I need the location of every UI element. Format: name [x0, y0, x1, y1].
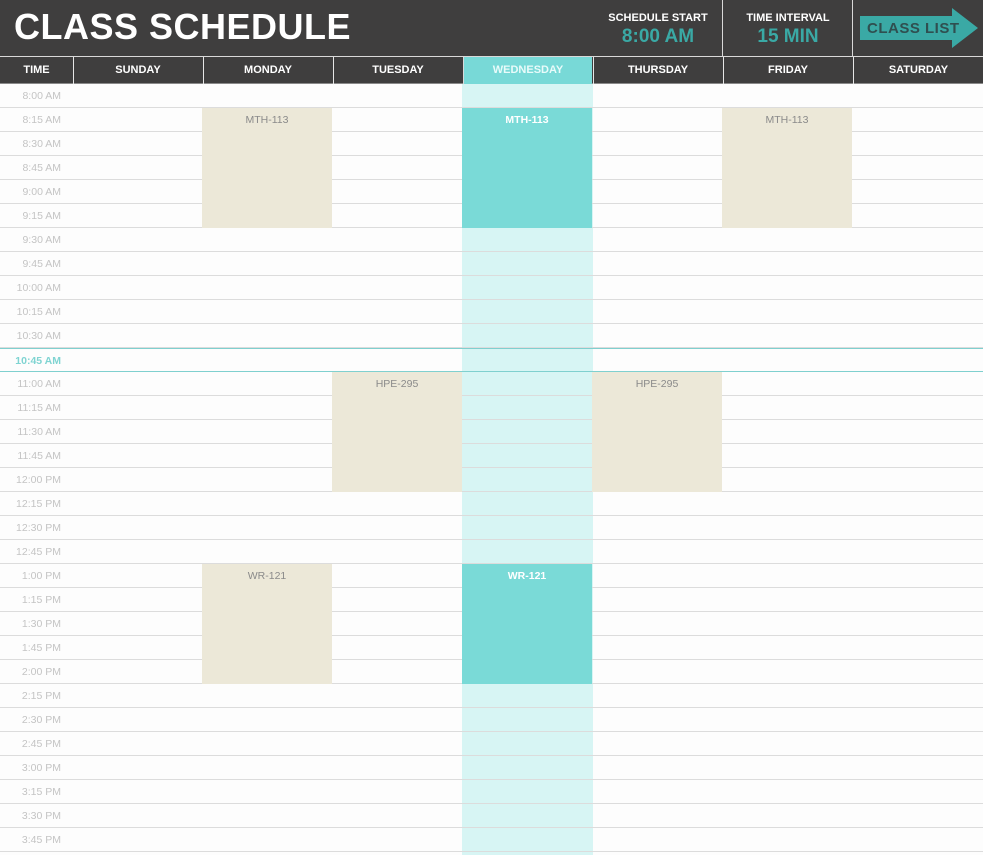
time-row[interactable]: 11:00 AM [0, 372, 983, 396]
time-interval-label: TIME INTERVAL [746, 12, 830, 24]
time-label: 8:15 AM [22, 114, 61, 126]
schedule-start-label: SCHEDULE START [608, 12, 708, 24]
page-title: CLASS SCHEDULE [14, 6, 352, 47]
time-interval-box: TIME INTERVAL 15 MIN [723, 0, 853, 56]
time-row[interactable]: 8:00 AM [0, 84, 983, 108]
current-time-row[interactable]: 10:45 AM [0, 348, 983, 372]
time-label: 11:30 AM [17, 426, 61, 438]
column-header-sunday: SUNDAY [73, 57, 202, 84]
time-row[interactable]: 12:45 PM [0, 540, 983, 564]
time-label: 9:15 AM [22, 210, 61, 222]
time-label: 8:30 AM [22, 138, 61, 150]
time-label: 1:15 PM [21, 594, 61, 606]
time-label: 9:30 AM [22, 234, 61, 246]
class-block[interactable]: WR-121 [462, 564, 592, 684]
column-header-monday: MONDAY [203, 57, 332, 84]
time-row[interactable]: 2:30 PM [0, 708, 983, 732]
time-label: 10:30 AM [16, 330, 61, 342]
column-header-time: TIME [23, 64, 50, 76]
class-block[interactable]: HPE-295 [592, 372, 722, 492]
time-label: 1:30 PM [21, 618, 61, 630]
title-bar: CLASS SCHEDULE SCHEDULE START 8:00 AM TI… [0, 0, 983, 56]
class-block[interactable]: MTH-113 [722, 108, 852, 228]
time-row[interactable]: 3:45 PM [0, 828, 983, 852]
class-block[interactable]: MTH-113 [462, 108, 592, 228]
time-label: 9:45 AM [22, 258, 61, 270]
class-block[interactable]: WR-121 [202, 564, 332, 684]
schedule-start-value[interactable]: 8:00 AM [593, 26, 723, 48]
column-header-tuesday: TUESDAY [333, 57, 462, 84]
time-row[interactable]: 10:15 AM [0, 300, 983, 324]
time-label: 11:15 AM [17, 402, 61, 414]
time-row[interactable]: 2:15 PM [0, 684, 983, 708]
time-label: 12:00 PM [16, 474, 61, 486]
class-block[interactable]: MTH-113 [202, 108, 332, 228]
time-label: 8:45 AM [22, 162, 61, 174]
class-list-button[interactable]: CLASS LIST [860, 8, 978, 48]
time-row[interactable]: 9:30 AM [0, 228, 983, 252]
column-header-thursday: THURSDAY [593, 57, 722, 84]
column-header-wednesday: WEDNESDAY [463, 57, 592, 84]
time-label: 3:30 PM [21, 810, 61, 822]
time-label: 9:00 AM [22, 186, 61, 198]
time-label: 12:45 PM [16, 546, 61, 558]
time-row[interactable]: 2:45 PM [0, 732, 983, 756]
time-label: 3:00 PM [21, 762, 61, 774]
time-row[interactable]: 10:30 AM [0, 324, 983, 348]
time-row[interactable]: 9:45 AM [0, 252, 983, 276]
time-label: 10:15 AM [16, 306, 61, 318]
time-label: 2:00 PM [21, 666, 61, 678]
time-label: 3:15 PM [21, 786, 61, 798]
time-label: 8:00 AM [22, 90, 61, 102]
time-row[interactable]: 12:30 PM [0, 516, 983, 540]
time-row[interactable]: 3:30 PM [0, 804, 983, 828]
time-label: 12:30 PM [16, 522, 61, 534]
column-header-friday: FRIDAY [723, 57, 852, 84]
column-header-row: TIME SUNDAY MONDAY TUESDAY WEDNESDAY THURSDA… [0, 56, 983, 84]
time-label: 1:00 PM [21, 570, 61, 582]
time-row[interactable]: 11:45 AM [0, 444, 983, 468]
time-label: 2:30 PM [21, 714, 61, 726]
time-row[interactable]: 10:00 AM [0, 276, 983, 300]
time-label: 11:00 AM [17, 378, 61, 390]
time-label: 2:45 PM [21, 738, 61, 750]
divider [852, 0, 853, 56]
column-header-saturday: SATURDAY [853, 57, 983, 84]
class-list-label: CLASS LIST [867, 20, 960, 37]
time-row[interactable]: 3:15 PM [0, 780, 983, 804]
time-label: 1:45 PM [21, 642, 61, 654]
time-label: 10:45 AM [15, 355, 61, 367]
time-label: 12:15 PM [16, 498, 61, 510]
time-row[interactable]: 3:00 PM [0, 756, 983, 780]
time-interval-value[interactable]: 15 MIN [723, 26, 853, 48]
time-label: 3:45 PM [21, 834, 61, 846]
time-label: 11:45 AM [17, 450, 61, 462]
time-row[interactable]: 11:15 AM [0, 396, 983, 420]
time-row[interactable]: 11:30 AM [0, 420, 983, 444]
time-label: 2:15 PM [21, 690, 61, 702]
class-block[interactable]: HPE-295 [332, 372, 462, 492]
schedule-start-box: SCHEDULE START 8:00 AM [593, 0, 723, 56]
time-label: 10:00 AM [16, 282, 61, 294]
time-row[interactable]: 12:00 PM [0, 468, 983, 492]
time-row[interactable]: 12:15 PM [0, 492, 983, 516]
